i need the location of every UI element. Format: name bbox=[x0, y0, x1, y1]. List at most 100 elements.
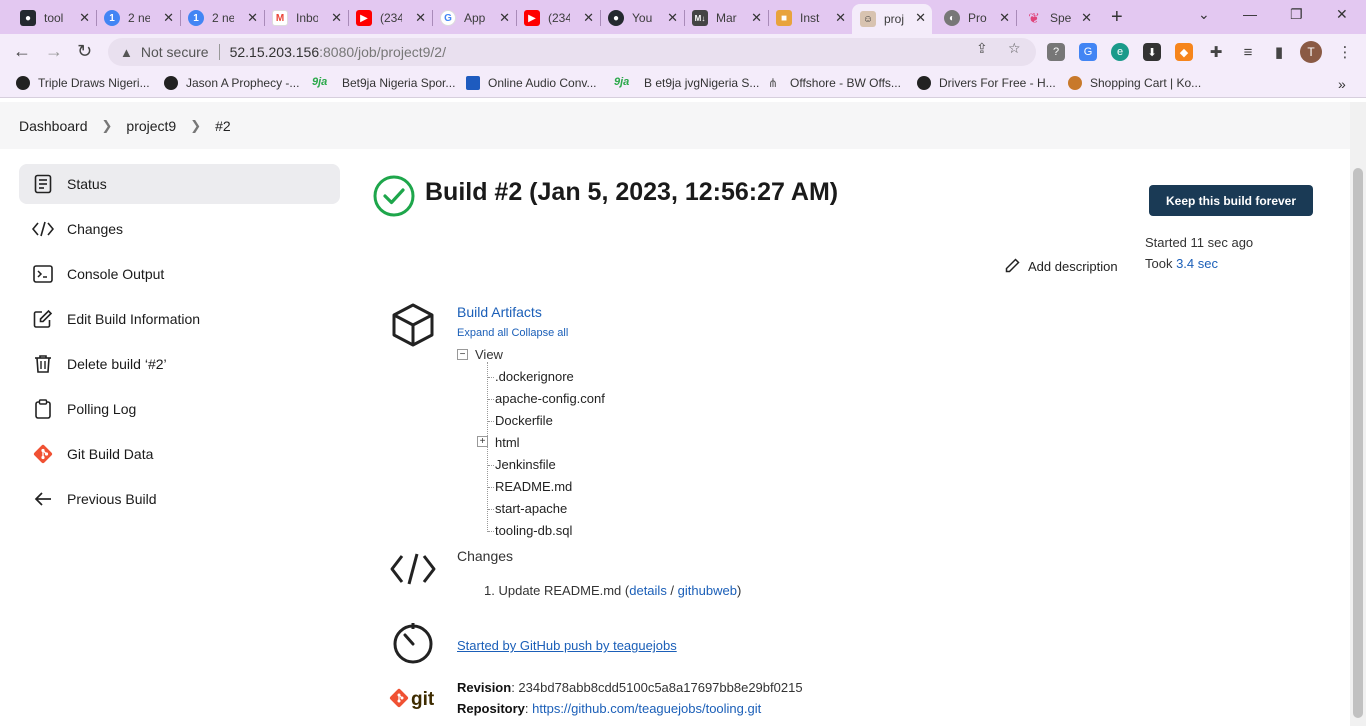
trigger-cause-link[interactable]: Started by GitHub push by teaguejobs bbox=[457, 638, 677, 653]
bookmark-item[interactable]: ⋔ Offshore - BW Offs... bbox=[768, 76, 901, 90]
browser-tab[interactable]: ● tool ✕ bbox=[12, 4, 96, 32]
sidebar-item-status[interactable]: Status bbox=[19, 164, 340, 204]
sidebar-item-changes[interactable]: Changes bbox=[19, 209, 340, 249]
translate-extension-icon[interactable]: G bbox=[1079, 43, 1097, 61]
youtube-icon: ▶ bbox=[524, 10, 540, 26]
sidebar-item-polling-log[interactable]: Polling Log bbox=[19, 389, 340, 429]
expand-icon[interactable]: + bbox=[477, 436, 488, 447]
browser-tab[interactable]: M Inbo ✕ bbox=[264, 4, 348, 32]
close-icon[interactable]: ✕ bbox=[1081, 10, 1092, 26]
close-icon[interactable]: ✕ bbox=[415, 10, 426, 26]
browser-tab[interactable]: G App ✕ bbox=[432, 4, 516, 32]
forward-icon[interactable]: → bbox=[45, 41, 63, 62]
sidebar-item-console-output[interactable]: Console Output bbox=[19, 254, 340, 294]
close-icon[interactable]: ✕ bbox=[163, 10, 174, 26]
share-icon[interactable]: ⇪ bbox=[976, 40, 988, 57]
new-tab-icon[interactable]: + bbox=[1111, 6, 1123, 29]
bookmark-item[interactable]: Online Audio Conv... bbox=[466, 76, 597, 90]
browser-tab[interactable]: ▶ (234 ✕ bbox=[516, 4, 600, 32]
close-icon[interactable]: ✕ bbox=[583, 10, 594, 26]
svg-text:git: git bbox=[411, 689, 435, 710]
tree-root-view[interactable]: − View bbox=[457, 347, 503, 362]
browser-tab[interactable]: ● You ✕ bbox=[600, 4, 684, 32]
artifact-file[interactable]: tooling-db.sql bbox=[495, 523, 572, 538]
bookmark-item[interactable]: Drivers For Free - H... bbox=[917, 76, 1056, 90]
sidebar-item-previous-build[interactable]: Previous Build bbox=[19, 479, 340, 519]
extension-icon[interactable]: e bbox=[1111, 43, 1129, 61]
close-icon[interactable]: ✕ bbox=[499, 10, 510, 26]
google-one-icon: 1 bbox=[104, 10, 120, 26]
sidebar-item-git-build-data[interactable]: Git Build Data bbox=[19, 434, 340, 474]
bookmark-item[interactable]: 9ja Bet9ja Nigeria Spor... bbox=[312, 76, 455, 90]
help-extension-icon[interactable]: ? bbox=[1047, 43, 1065, 61]
close-icon[interactable]: ✕ bbox=[999, 10, 1010, 26]
collapse-icon[interactable]: − bbox=[457, 349, 468, 360]
side-panel-icon[interactable]: ▮ bbox=[1270, 43, 1288, 61]
more-bookmarks-icon[interactable]: » bbox=[1338, 76, 1346, 92]
browser-tab[interactable]: 1 2 ne ✕ bbox=[180, 4, 264, 32]
git-repository: Repository: https://github.com/teaguejob… bbox=[457, 701, 762, 716]
artifact-folder[interactable]: html bbox=[495, 435, 520, 450]
bookmark-item[interactable]: 9ja B et9ja jvgNigeria S... bbox=[614, 76, 759, 90]
close-icon[interactable]: ✕ bbox=[835, 10, 846, 26]
media-queue-icon[interactable]: ≡ bbox=[1239, 43, 1257, 61]
artifact-file[interactable]: start-apache bbox=[495, 501, 567, 516]
browser-tab[interactable]: M↓ Mar ✕ bbox=[684, 4, 768, 32]
bookmark-item[interactable]: Shopping Cart | Ko... bbox=[1068, 76, 1201, 90]
breadcrumb-build[interactable]: #2 bbox=[215, 118, 231, 134]
artifact-file[interactable]: apache-config.conf bbox=[495, 391, 605, 406]
artifact-file[interactable]: README.md bbox=[495, 479, 572, 494]
menu-kebab-icon[interactable]: ⋮ bbox=[1336, 43, 1354, 61]
details-link[interactable]: details bbox=[629, 583, 667, 598]
window-close-icon[interactable]: ✕ bbox=[1336, 6, 1348, 23]
close-icon[interactable]: ✕ bbox=[331, 10, 342, 26]
keep-build-forever-button[interactable]: Keep this build forever bbox=[1149, 185, 1313, 216]
minimize-icon[interactable]: — bbox=[1243, 6, 1257, 22]
reload-icon[interactable]: ↻ bbox=[77, 41, 92, 62]
breadcrumb-dashboard[interactable]: Dashboard bbox=[19, 118, 88, 134]
restore-icon[interactable]: ❐ bbox=[1290, 6, 1303, 23]
bookmark-item[interactable]: Jason A Prophecy -... bbox=[164, 76, 299, 90]
artifact-file[interactable]: Jenkinsfile bbox=[495, 457, 556, 472]
build-duration: Took 3.4 sec bbox=[1145, 256, 1218, 271]
browser-tab[interactable]: ▶ (234 ✕ bbox=[348, 4, 432, 32]
build-duration-link[interactable]: 3.4 sec bbox=[1176, 256, 1218, 271]
sidebar-item-edit-build-information[interactable]: Edit Build Information bbox=[19, 299, 340, 339]
warning-icon[interactable]: ▲ bbox=[120, 45, 133, 60]
browser-tab[interactable]: ◐ Pro ✕ bbox=[936, 4, 1016, 32]
close-icon[interactable]: ✕ bbox=[915, 10, 926, 26]
build-artifacts-link[interactable]: Build Artifacts bbox=[457, 304, 542, 320]
profile-avatar[interactable]: T bbox=[1300, 41, 1322, 63]
download-extension-icon[interactable]: ⬇ bbox=[1143, 43, 1161, 61]
browser-tab-active[interactable]: ☺ proj ✕ bbox=[852, 4, 932, 34]
url-text[interactable]: 52.15.203.156:8080/job/project9/2/ bbox=[230, 44, 446, 60]
breadcrumb-project[interactable]: project9 bbox=[126, 118, 176, 134]
star-icon[interactable]: ☆ bbox=[1008, 40, 1021, 57]
repository-link[interactable]: https://github.com/teaguejobs/tooling.gi… bbox=[532, 701, 761, 716]
browser-tab[interactable]: ■ Inst ✕ bbox=[768, 4, 852, 32]
close-icon[interactable]: ✕ bbox=[751, 10, 762, 26]
collapse-all-link[interactable]: Collapse all bbox=[511, 327, 568, 339]
browser-tab[interactable]: 1 2 ne ✕ bbox=[96, 4, 180, 32]
artifact-file[interactable]: .dockerignore bbox=[495, 369, 574, 384]
back-icon[interactable]: ← bbox=[13, 41, 31, 62]
close-icon[interactable]: ✕ bbox=[667, 10, 678, 26]
bookmark-item[interactable]: Triple Draws Nigeri... bbox=[16, 76, 150, 90]
page-title: Build #2 (Jan 5, 2023, 12:56:27 AM) bbox=[425, 178, 839, 206]
browser-tab[interactable]: ❦ Spe ✕ bbox=[1018, 4, 1098, 32]
address-bar[interactable]: ▲ Not secure 52.15.203.156:8080/job/proj… bbox=[108, 38, 1036, 66]
feather-icon: ❦ bbox=[1028, 9, 1040, 26]
close-icon[interactable]: ✕ bbox=[79, 10, 90, 26]
githubweb-link[interactable]: githubweb bbox=[678, 583, 737, 598]
sidebar-item-delete-build[interactable]: Delete build ‘#2’ bbox=[19, 344, 340, 384]
puzzle-icon[interactable]: ✚ bbox=[1207, 43, 1225, 61]
status-icon bbox=[32, 174, 54, 194]
add-description-button[interactable]: Add description bbox=[1004, 258, 1118, 274]
artifact-file[interactable]: Dockerfile bbox=[495, 413, 553, 428]
close-icon[interactable]: ✕ bbox=[247, 10, 258, 26]
metamask-icon[interactable]: ◆ bbox=[1175, 43, 1193, 61]
scrollbar-thumb[interactable] bbox=[1353, 168, 1363, 718]
chevron-down-icon[interactable]: ⌄ bbox=[1198, 6, 1210, 23]
expand-all-link[interactable]: Expand all bbox=[457, 327, 508, 339]
page-scrollbar[interactable] bbox=[1350, 102, 1366, 726]
